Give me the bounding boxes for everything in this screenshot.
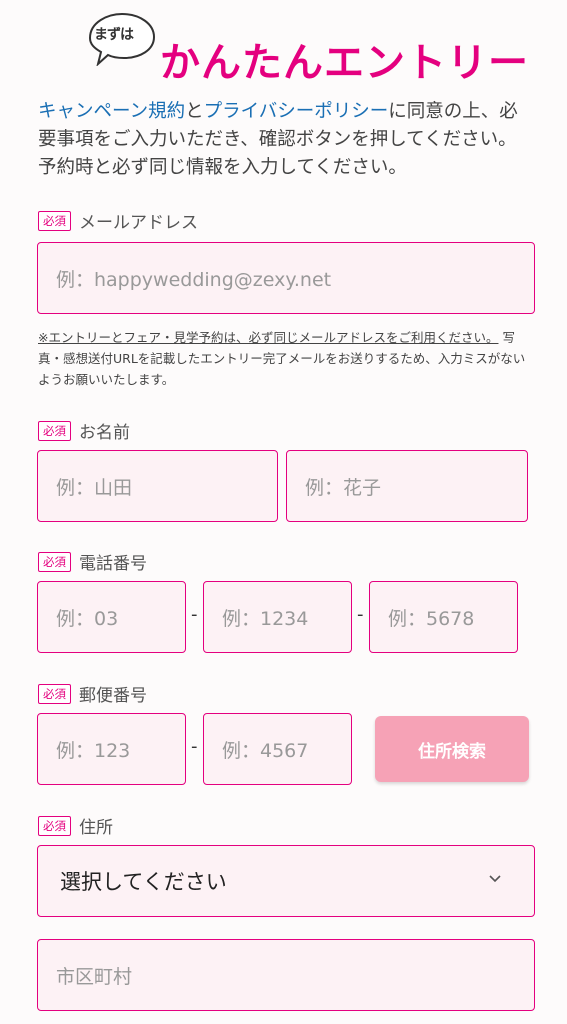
address-label-text: 住所 bbox=[79, 818, 113, 838]
last-name-input[interactable]: 例：山田 bbox=[37, 450, 278, 522]
email-input[interactable]: 例：happywedding@zexy.net bbox=[37, 242, 535, 314]
bubble-text: まずは bbox=[94, 27, 134, 43]
required-badge: 必須 bbox=[38, 815, 71, 836]
address-search-button[interactable]: 住所検索 bbox=[375, 716, 529, 782]
prefecture-select[interactable]: 選択してください bbox=[37, 845, 535, 917]
address-label: 必須 住所 bbox=[38, 813, 113, 838]
email-label: 必須 メールアドレス bbox=[38, 208, 198, 233]
email-label-text: メールアドレス bbox=[79, 213, 198, 233]
page-title: かんたんエントリー bbox=[160, 40, 529, 86]
privacy-policy-link[interactable]: プライバシーポリシー bbox=[204, 101, 389, 122]
postal-label: 必須 郵便番号 bbox=[38, 681, 147, 706]
postal-part1-input[interactable]: 例：123 bbox=[37, 713, 186, 785]
name-label: 必須 お名前 bbox=[38, 418, 130, 443]
email-note: ※エントリーとフェア・見学予約は、必ず同じメールアドレスをご利用ください。 写真… bbox=[38, 327, 534, 390]
chevron-down-icon bbox=[489, 875, 501, 883]
intro-line2: 要事項をご入力いただき、確認ボタンを押してください。 bbox=[38, 129, 517, 150]
intro-and: と bbox=[185, 101, 204, 122]
intro-line3: 予約時と必ず同じ情報を入力してください。 bbox=[38, 157, 407, 178]
first-name-input[interactable]: 例：花子 bbox=[286, 450, 528, 522]
required-badge: 必須 bbox=[38, 210, 71, 231]
required-badge: 必須 bbox=[38, 683, 71, 704]
required-badge: 必須 bbox=[38, 551, 71, 572]
postal-dash: - bbox=[191, 736, 198, 757]
intro-line1-rest: に同意の上、必 bbox=[388, 101, 518, 122]
postal-label-text: 郵便番号 bbox=[79, 686, 147, 706]
phone-part3-input[interactable]: 例：5678 bbox=[369, 581, 518, 653]
name-label-text: お名前 bbox=[79, 423, 130, 443]
phone-label-text: 電話番号 bbox=[79, 554, 147, 574]
phone-part1-input[interactable]: 例：03 bbox=[37, 581, 186, 653]
city-input[interactable]: 市区町村 bbox=[37, 939, 535, 1011]
header: まずは かんたんエントリー bbox=[0, 0, 567, 90]
phone-dash-2: - bbox=[357, 604, 364, 625]
phone-label: 必須 電話番号 bbox=[38, 549, 147, 574]
required-badge: 必須 bbox=[38, 420, 71, 441]
phone-part2-input[interactable]: 例：1234 bbox=[203, 581, 352, 653]
intro-text: キャンペーン規約とプライバシーポリシーに同意の上、必 要事項をご入力いただき、確… bbox=[38, 98, 538, 182]
phone-dash-1: - bbox=[191, 604, 198, 625]
campaign-terms-link[interactable]: キャンペーン規約 bbox=[38, 101, 185, 122]
prefecture-select-value: 選択してください bbox=[60, 870, 227, 894]
email-note-underlined: ※エントリーとフェア・見学予約は、必ず同じメールアドレスをご利用ください。 bbox=[38, 330, 499, 345]
postal-part2-input[interactable]: 例：4567 bbox=[203, 713, 352, 785]
